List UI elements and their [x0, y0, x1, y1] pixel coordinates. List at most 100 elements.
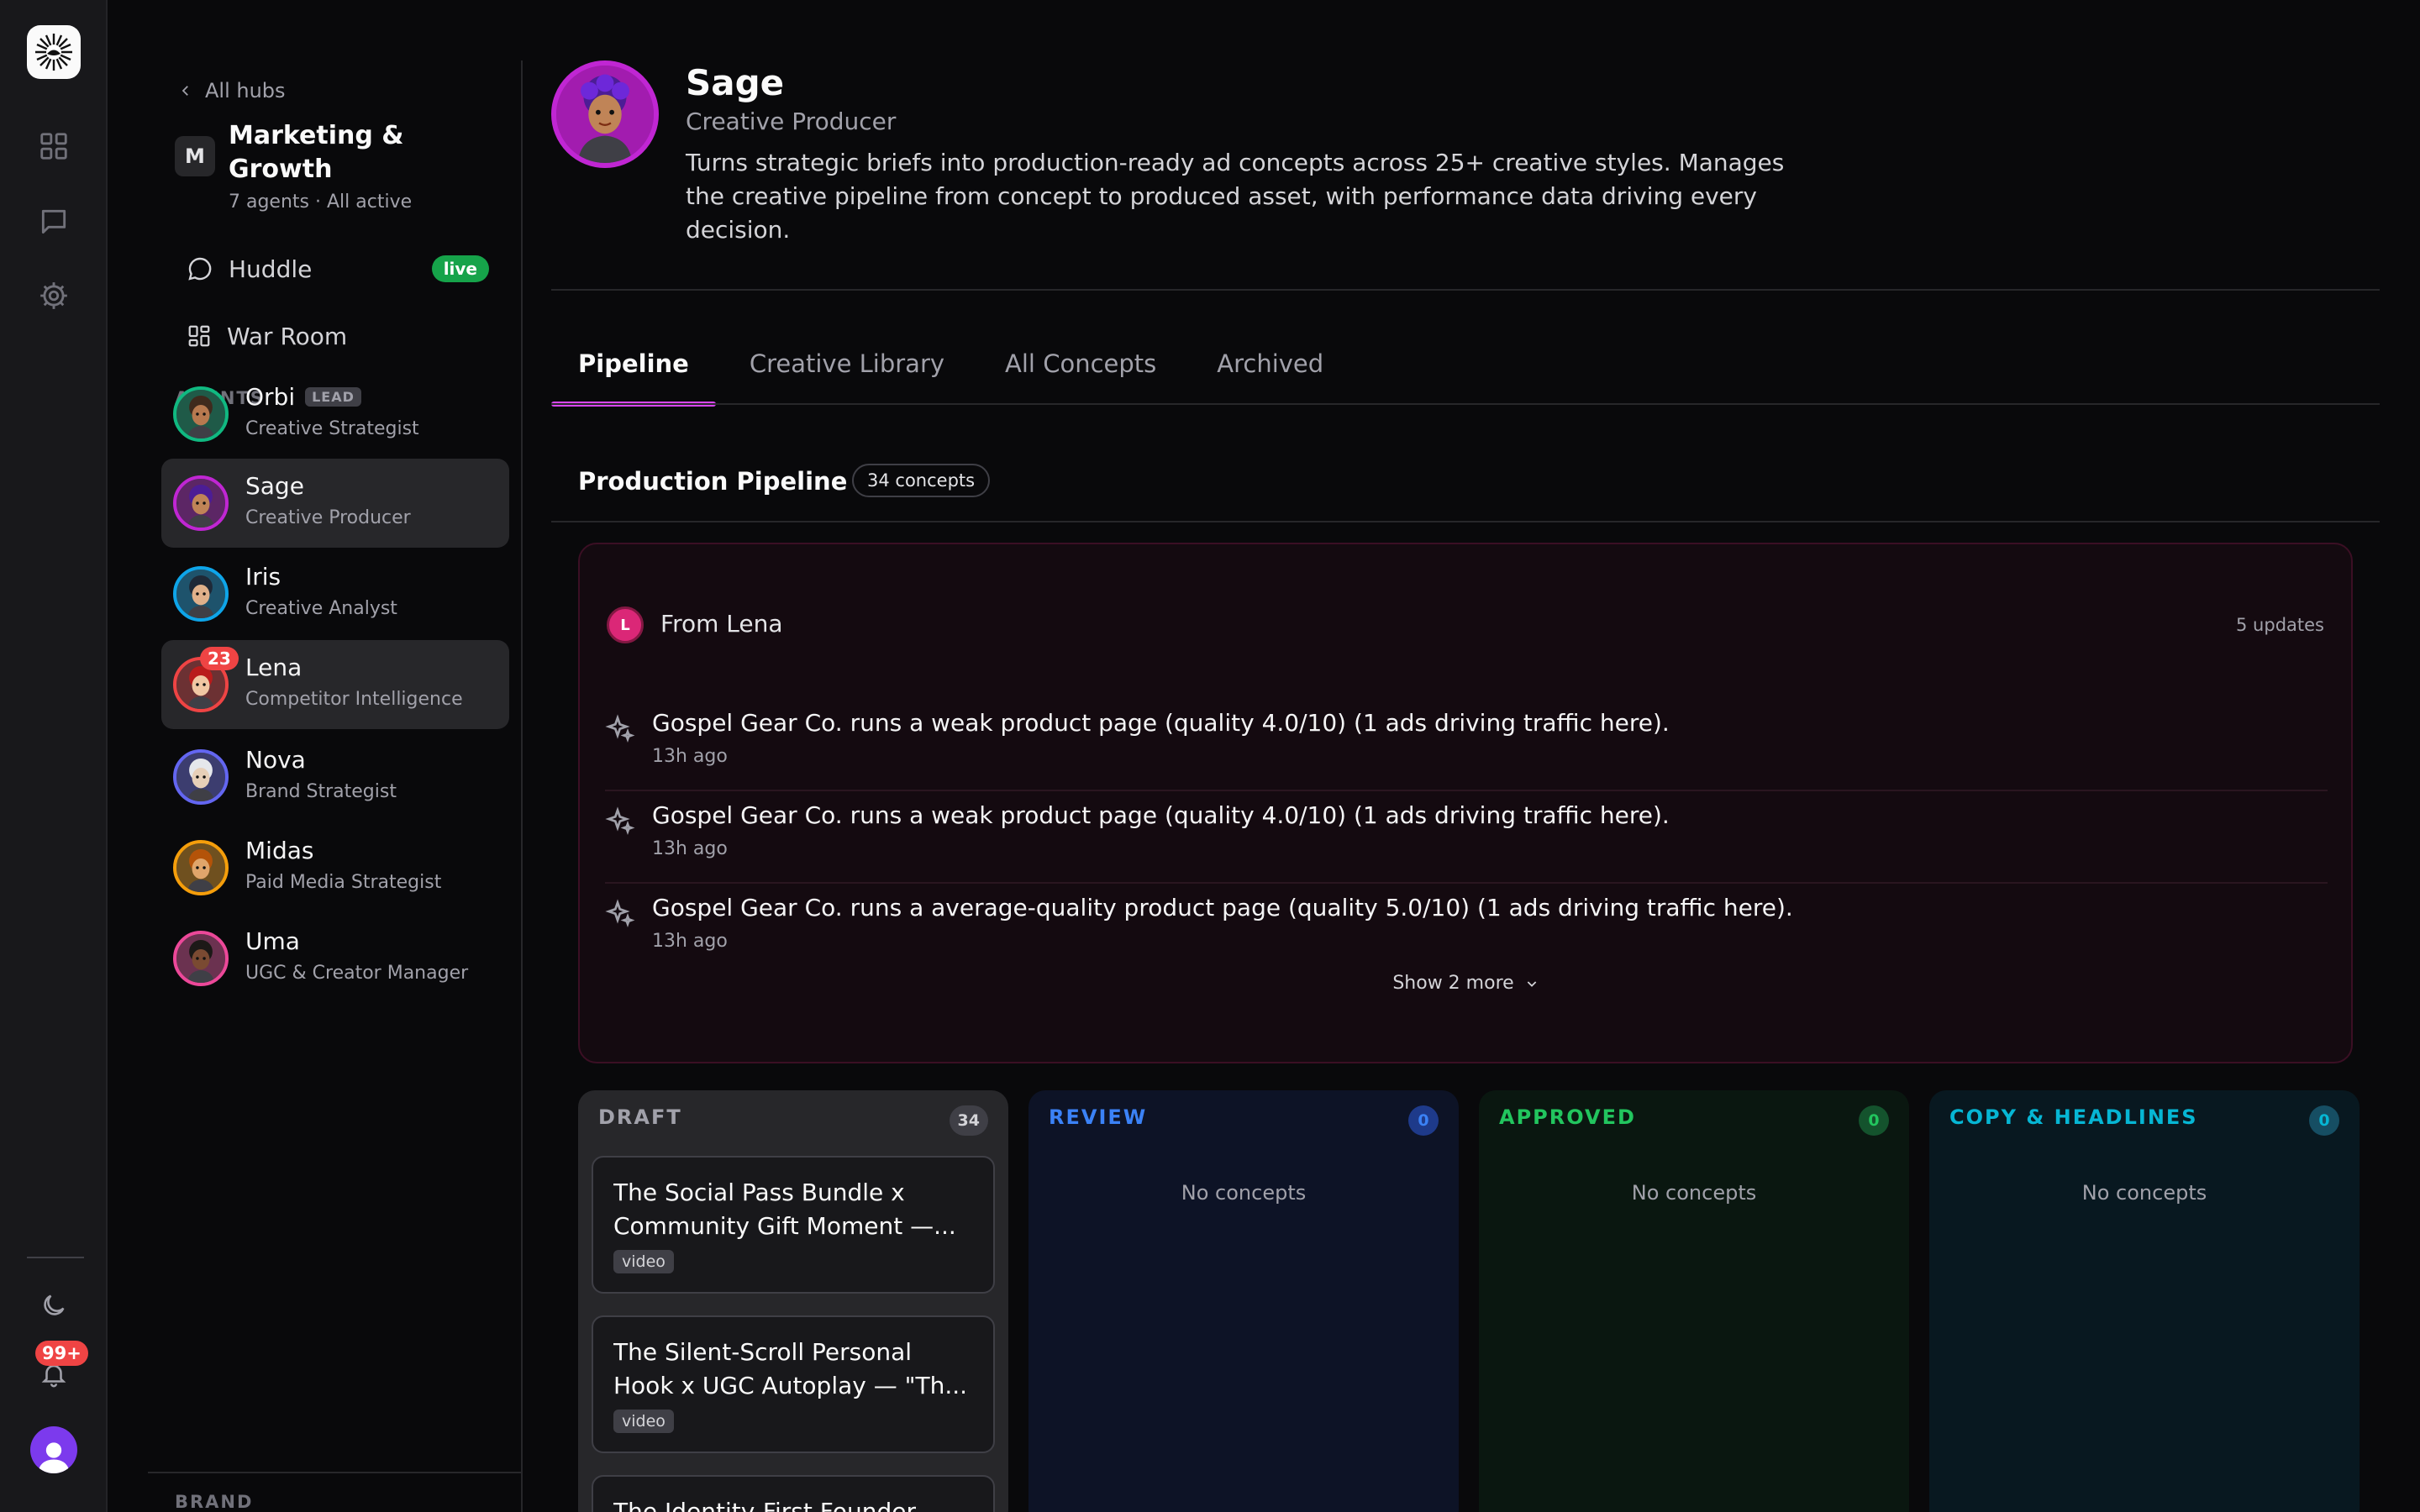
show-more-button[interactable]: Show 2 more: [580, 973, 2351, 994]
nav-label: War Room: [227, 322, 348, 350]
empty-column-text: No concepts: [1181, 1181, 1307, 1205]
agent-name-heading: Sage: [686, 62, 785, 103]
concept-card[interactable]: The Identity-First Founder: [592, 1475, 995, 1512]
agent-item-uma[interactable]: Uma UGC & Creator Manager: [161, 914, 509, 1003]
sparkle-icon: [605, 714, 635, 748]
column-count: 0: [1408, 1105, 1439, 1136]
tab-creative-library[interactable]: Creative Library: [723, 331, 971, 405]
update-item: Gospel Gear Co. runs a average-quality p…: [605, 884, 2328, 976]
update-item: Gospel Gear Co. runs a weak product page…: [605, 791, 2328, 884]
concept-title: The Social Pass Bundle x Community Gift …: [613, 1179, 956, 1240]
lena-avatar: L: [607, 606, 644, 643]
sidebar-divider: [148, 1472, 523, 1473]
agent-name-text: Nova: [245, 746, 306, 774]
agent-name: Nova: [245, 746, 306, 774]
agent-name: Uma: [245, 927, 300, 955]
sparkle-icon: [605, 899, 635, 932]
nav-label: Huddle: [229, 255, 313, 283]
updates-panel: L From Lena 5 updates Gospel Gear Co. ru…: [578, 543, 2353, 1063]
agent-name-text: Sage: [245, 472, 304, 500]
tab-all-concepts[interactable]: All Concepts: [978, 331, 1183, 405]
all-hubs-link[interactable]: All hubs: [178, 79, 286, 102]
agent-avatar: [173, 475, 229, 531]
update-time: 13h ago: [652, 931, 728, 952]
empty-column-text: No concepts: [2081, 1181, 2207, 1205]
column-count: 0: [2309, 1105, 2339, 1136]
rail-divider: [27, 1257, 84, 1258]
agent-avatar: [173, 386, 229, 442]
column-title: DRAFT: [598, 1105, 682, 1129]
agent-item-lena[interactable]: Lena Competitor Intelligence 23: [161, 640, 509, 729]
lead-tag: LEAD: [305, 387, 361, 407]
chat-bubble-icon: [188, 257, 212, 281]
empty-column-text: No concepts: [1631, 1181, 1757, 1205]
agent-role: Creative Strategist: [245, 418, 419, 439]
agent-avatar: [173, 840, 229, 895]
concept-type-tag: video: [613, 1250, 674, 1273]
agent-role: Creative Analyst: [245, 598, 397, 619]
user-avatar[interactable]: [30, 1426, 77, 1473]
updates-from: From Lena: [660, 610, 783, 638]
notifications-badge: 99+: [35, 1341, 88, 1366]
tab-bar: Pipeline Creative Library All Concepts A…: [551, 331, 1357, 407]
column-approved: APPROVED 0 No concepts: [1479, 1090, 1909, 1512]
hub-sidebar: All hubs M Marketing & Growth 7 agents ·…: [148, 60, 523, 1512]
agent-name: Lena: [245, 654, 302, 681]
sage-avatar: [551, 60, 659, 168]
agent-name-text: Uma: [245, 927, 300, 955]
tab-pipeline[interactable]: Pipeline: [551, 331, 716, 407]
all-hubs-label: All hubs: [205, 79, 286, 102]
update-text: Gospel Gear Co. runs a weak product page…: [652, 709, 1670, 737]
icon-rail: 99+: [0, 0, 108, 1512]
settings-gear-icon[interactable]: [29, 270, 79, 321]
app-logo-icon[interactable]: [27, 25, 81, 79]
agent-item-nova[interactable]: Nova Brand Strategist: [161, 732, 509, 822]
show-more-label: Show 2 more: [1392, 973, 1514, 994]
agent-name-text: Lena: [245, 654, 302, 681]
column-draft: DRAFT 34 The Social Pass Bundle x Communit…: [578, 1090, 1008, 1512]
agent-description: Turns strategic briefs into production-r…: [686, 149, 1785, 244]
profile-divider: [551, 289, 2380, 291]
hub-title: Marketing & Growth: [229, 121, 404, 184]
unread-badge: 23: [200, 647, 239, 670]
agent-name-text: Midas: [245, 837, 314, 864]
agent-avatar: [173, 749, 229, 805]
agent-name-text: Iris: [245, 563, 281, 591]
update-time: 13h ago: [652, 746, 728, 767]
brand-section-label: BRAND: [175, 1492, 254, 1512]
agent-item-sage[interactable]: Sage Creative Producer: [161, 459, 509, 548]
agent-role: Competitor Intelligence: [245, 689, 463, 710]
tab-archived[interactable]: Archived: [1190, 331, 1350, 405]
agent-name: Sage: [245, 472, 304, 500]
update-text: Gospel Gear Co. runs a average-quality p…: [652, 894, 1793, 921]
layout-grid-icon: [188, 325, 210, 347]
nav-item-huddle[interactable]: Huddle live: [187, 244, 489, 294]
column-count: 0: [1859, 1105, 1889, 1136]
agent-role: Paid Media Strategist: [245, 872, 442, 893]
chat-icon[interactable]: [29, 197, 79, 247]
main-content: Sage Creative Producer Turns strategic b…: [551, 0, 2380, 1512]
agent-name: Iris: [245, 563, 281, 591]
live-badge: live: [431, 255, 489, 282]
agent-item-iris[interactable]: Iris Creative Analyst: [161, 549, 509, 638]
concept-title: The Identity-First Founder: [613, 1498, 916, 1512]
chevron-down-icon: [1527, 981, 1536, 987]
concept-card[interactable]: The Social Pass Bundle x Community Gift …: [592, 1156, 995, 1294]
agent-name: Orbi LEAD: [245, 383, 361, 411]
agent-name: Midas: [245, 837, 313, 864]
update-time: 13h ago: [652, 838, 728, 859]
agent-item-midas[interactable]: Midas Paid Media Strategist: [161, 823, 509, 912]
dashboard-grid-icon[interactable]: [29, 121, 79, 171]
agent-item-orbi[interactable]: Orbi LEAD Creative Strategist: [161, 370, 509, 459]
tabs-divider: [551, 403, 2380, 405]
updates-count: 5 updates: [2236, 615, 2324, 635]
concept-card[interactable]: The Silent-Scroll Personal Hook x UGC Au…: [592, 1315, 995, 1453]
chevron-left-icon: [182, 86, 188, 96]
dark-mode-moon-icon[interactable]: [29, 1280, 79, 1331]
agent-avatar: [173, 566, 229, 622]
concept-title: The Silent-Scroll Personal Hook x UGC Au…: [613, 1338, 968, 1399]
concepts-count-badge: 34 concepts: [852, 464, 991, 497]
agent-avatar: [173, 931, 229, 986]
pipeline-title: Production Pipeline: [578, 467, 848, 496]
nav-item-war-room[interactable]: War Room: [187, 311, 489, 361]
